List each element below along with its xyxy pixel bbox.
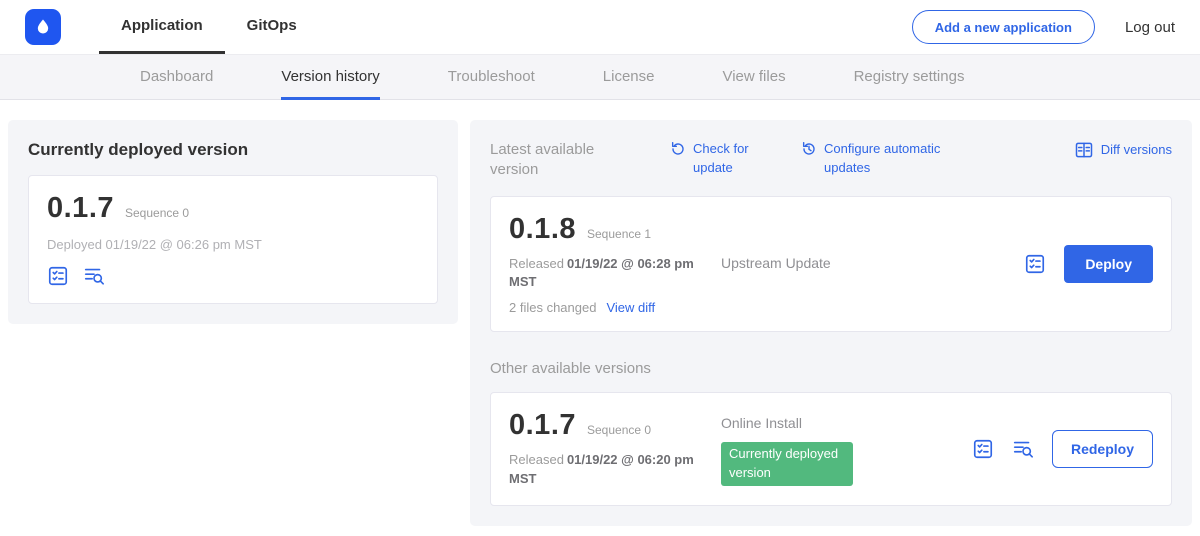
deployed-version-card: 0.1.7 Sequence 0 Deployed 01/19/22 @ 06:…: [28, 175, 438, 304]
other-sequence-label: Sequence 0: [587, 423, 651, 437]
latest-source-label: Upstream Update: [721, 255, 831, 271]
tab-application-label: Application: [121, 17, 203, 34]
latest-version-info: 0.1.8 Sequence 1 Released01/19/22 @ 06:2…: [509, 213, 721, 316]
other-source: Online Install Currently deployed versio…: [721, 409, 972, 489]
diff-versions-button[interactable]: Diff versions: [1074, 140, 1172, 160]
latest-sequence-label: Sequence 1: [587, 227, 651, 241]
update-schedule-icon: [801, 141, 817, 157]
tab-gitops[interactable]: GitOps: [225, 0, 319, 54]
logo-droplet-icon: [33, 17, 53, 37]
other-actions: Redeploy: [972, 430, 1153, 468]
deployed-date-text: Deployed 01/19/22 @ 06:26 pm MST: [47, 237, 419, 252]
available-header: Latest available version Check for updat…: [490, 140, 1172, 181]
check-for-update-label: Check for update: [693, 140, 757, 178]
other-version-card: 0.1.7 Sequence 0 Released01/19/22 @ 06:2…: [490, 392, 1172, 506]
files-changed-text: 2 files changed: [509, 300, 596, 315]
other-source-label: Online Install: [721, 415, 802, 431]
tab-gitops-label: GitOps: [247, 17, 297, 34]
release-notes-icon[interactable]: [1024, 253, 1046, 275]
other-released-text: Released01/19/22 @ 06:20 pm MST: [509, 451, 699, 489]
view-files-icon[interactable]: [1012, 438, 1034, 460]
deployed-sequence-label: Sequence 0: [125, 206, 189, 220]
other-versions-title: Other available versions: [490, 360, 1172, 377]
deployed-version-row: 0.1.7 Sequence 0: [47, 192, 419, 225]
subnav-version-history[interactable]: Version history: [281, 55, 379, 100]
primary-nav: Application GitOps: [99, 0, 319, 54]
configure-updates-button[interactable]: Configure automatic updates: [801, 140, 958, 178]
subnav-registry-settings[interactable]: Registry settings: [854, 55, 965, 100]
release-notes-icon[interactable]: [47, 265, 69, 287]
app-logo[interactable]: [25, 9, 61, 45]
available-versions-panel: Latest available version Check for updat…: [470, 120, 1192, 526]
navbar-right: Add a new application Log out: [912, 0, 1175, 54]
diff-table-icon: [1074, 140, 1094, 160]
latest-files-row: 2 files changed View diff: [509, 300, 721, 315]
check-for-update-button[interactable]: Check for update: [670, 140, 757, 178]
currently-deployed-badge: Currently deployed version: [721, 442, 853, 486]
main-content: Currently deployed version 0.1.7 Sequenc…: [0, 100, 1200, 536]
configure-updates-label: Configure automatic updates: [824, 140, 958, 178]
other-version-info: 0.1.7 Sequence 0 Released01/19/22 @ 06:2…: [509, 409, 721, 489]
app-root: Application GitOps Add a new application…: [0, 0, 1200, 536]
top-navbar: Application GitOps Add a new application…: [0, 0, 1200, 55]
latest-released-text: Released01/19/22 @ 06:28 pm MST: [509, 255, 699, 293]
tab-application[interactable]: Application: [99, 0, 225, 54]
latest-available-title: Latest available version: [490, 140, 622, 181]
subnav-troubleshoot[interactable]: Troubleshoot: [448, 55, 535, 100]
subnav-view-files[interactable]: View files: [722, 55, 785, 100]
redeploy-button[interactable]: Redeploy: [1052, 430, 1153, 468]
view-files-icon[interactable]: [83, 265, 105, 287]
latest-version-number: 0.1.8: [509, 213, 576, 246]
deployed-version-panel: Currently deployed version 0.1.7 Sequenc…: [8, 120, 458, 324]
latest-source: Upstream Update: [721, 255, 1024, 273]
view-diff-link[interactable]: View diff: [606, 300, 655, 315]
deployed-version-number: 0.1.7: [47, 192, 114, 225]
add-application-button[interactable]: Add a new application: [912, 10, 1095, 44]
deployed-actions: [47, 265, 419, 287]
other-version-number: 0.1.7: [509, 409, 576, 442]
latest-actions: Deploy: [1024, 245, 1153, 283]
deployed-panel-title: Currently deployed version: [28, 140, 438, 160]
latest-version-card: 0.1.8 Sequence 1 Released01/19/22 @ 06:2…: [490, 196, 1172, 333]
refresh-icon: [670, 141, 686, 157]
subnav-dashboard[interactable]: Dashboard: [140, 55, 213, 100]
subnav-license[interactable]: License: [603, 55, 655, 100]
deploy-button[interactable]: Deploy: [1064, 245, 1153, 283]
diff-versions-label: Diff versions: [1101, 141, 1172, 160]
logout-link[interactable]: Log out: [1125, 19, 1175, 36]
subnav: Dashboard Version history Troubleshoot L…: [0, 55, 1200, 100]
release-notes-icon[interactable]: [972, 438, 994, 460]
